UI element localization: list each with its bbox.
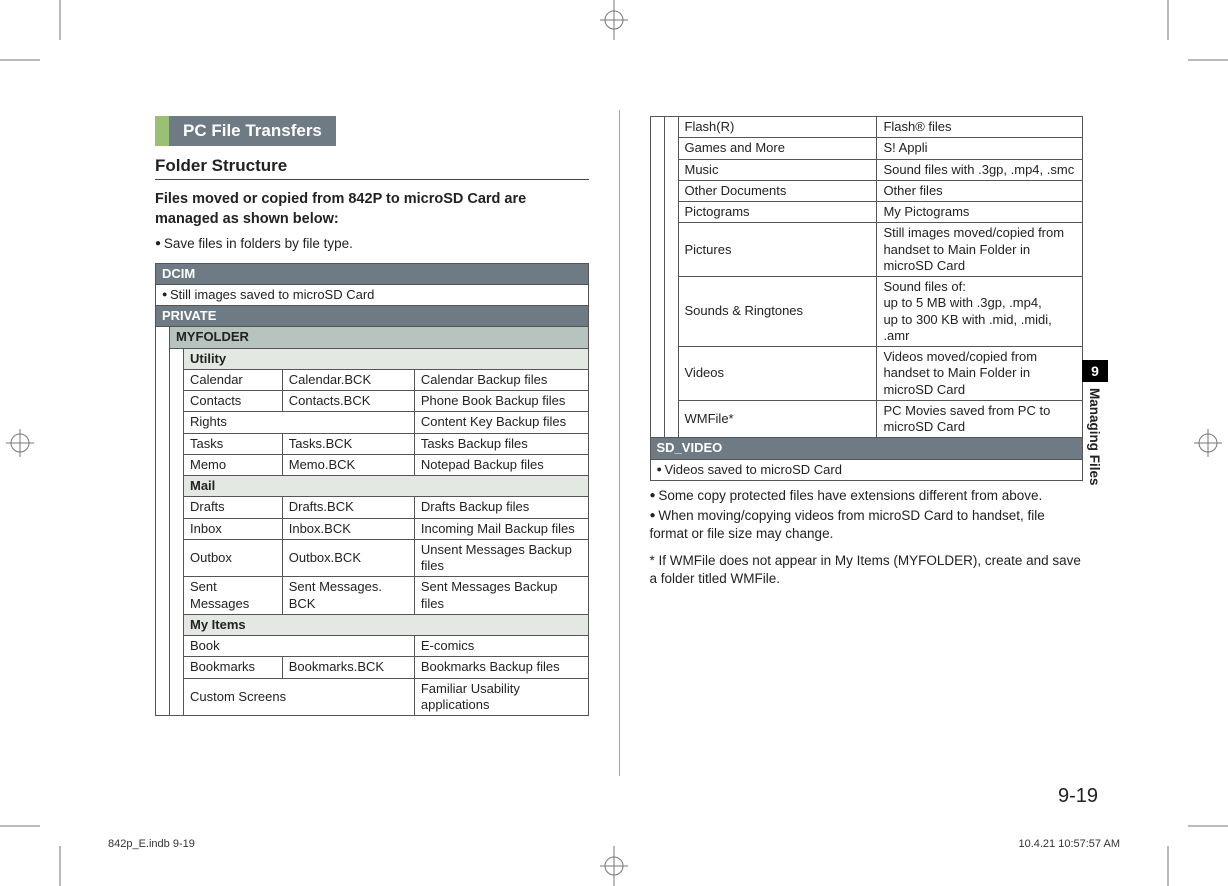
chapter-label: Managing Files	[1082, 382, 1102, 486]
chapter-number: 9	[1082, 360, 1108, 382]
folder-table-right: Flash(R)Flash® files Games and MoreS! Ap…	[650, 116, 1084, 481]
subsection-heading: Folder Structure	[155, 156, 589, 180]
right-column: Flash(R)Flash® files Games and MoreS! Ap…	[650, 116, 1084, 776]
section-header: PC File Transfers	[155, 116, 589, 146]
section-title: PC File Transfers	[169, 116, 336, 146]
footer-right: 10.4.21 10:57:57 AM	[1018, 838, 1120, 850]
column-divider	[619, 110, 620, 776]
folder-table-left: DCIM Still images saved to microSD Card …	[155, 263, 589, 717]
sdvideo-desc: Videos saved to microSD Card	[650, 459, 1083, 480]
note-item: Some copy protected files have extension…	[650, 487, 1084, 505]
accent-bar	[155, 116, 169, 146]
left-column: PC File Transfers Folder Structure Files…	[155, 116, 589, 776]
intro-bullet-list: Save files in folders by file type.	[155, 235, 589, 253]
row-utility: Utility	[184, 348, 589, 369]
footnote-star: * If WMFile does not appear in My Items …	[650, 552, 1084, 587]
page-number: 9-19	[1058, 785, 1098, 808]
row-dcim: DCIM	[156, 263, 589, 284]
dcim-desc: Still images saved to microSD Card	[156, 284, 589, 305]
side-tab: 9 Managing Files	[1082, 360, 1108, 486]
notes-list: Some copy protected files have extension…	[650, 487, 1084, 543]
note-item: When moving/copying videos from microSD …	[650, 507, 1084, 542]
row-myfolder: MYFOLDER	[170, 327, 589, 348]
row-myitems: My Items	[184, 614, 589, 635]
row-private: PRIVATE	[156, 306, 589, 327]
intro-text: Files moved or copied from 842P to micro…	[155, 190, 589, 229]
row-mail: Mail	[184, 476, 589, 497]
row-sdvideo: SD_VIDEO	[650, 438, 1083, 459]
intro-bullet: Save files in folders by file type.	[155, 235, 589, 253]
footer-left: 842p_E.indb 9-19	[108, 838, 195, 850]
page-content: PC File Transfers Folder Structure Files…	[155, 116, 1083, 776]
